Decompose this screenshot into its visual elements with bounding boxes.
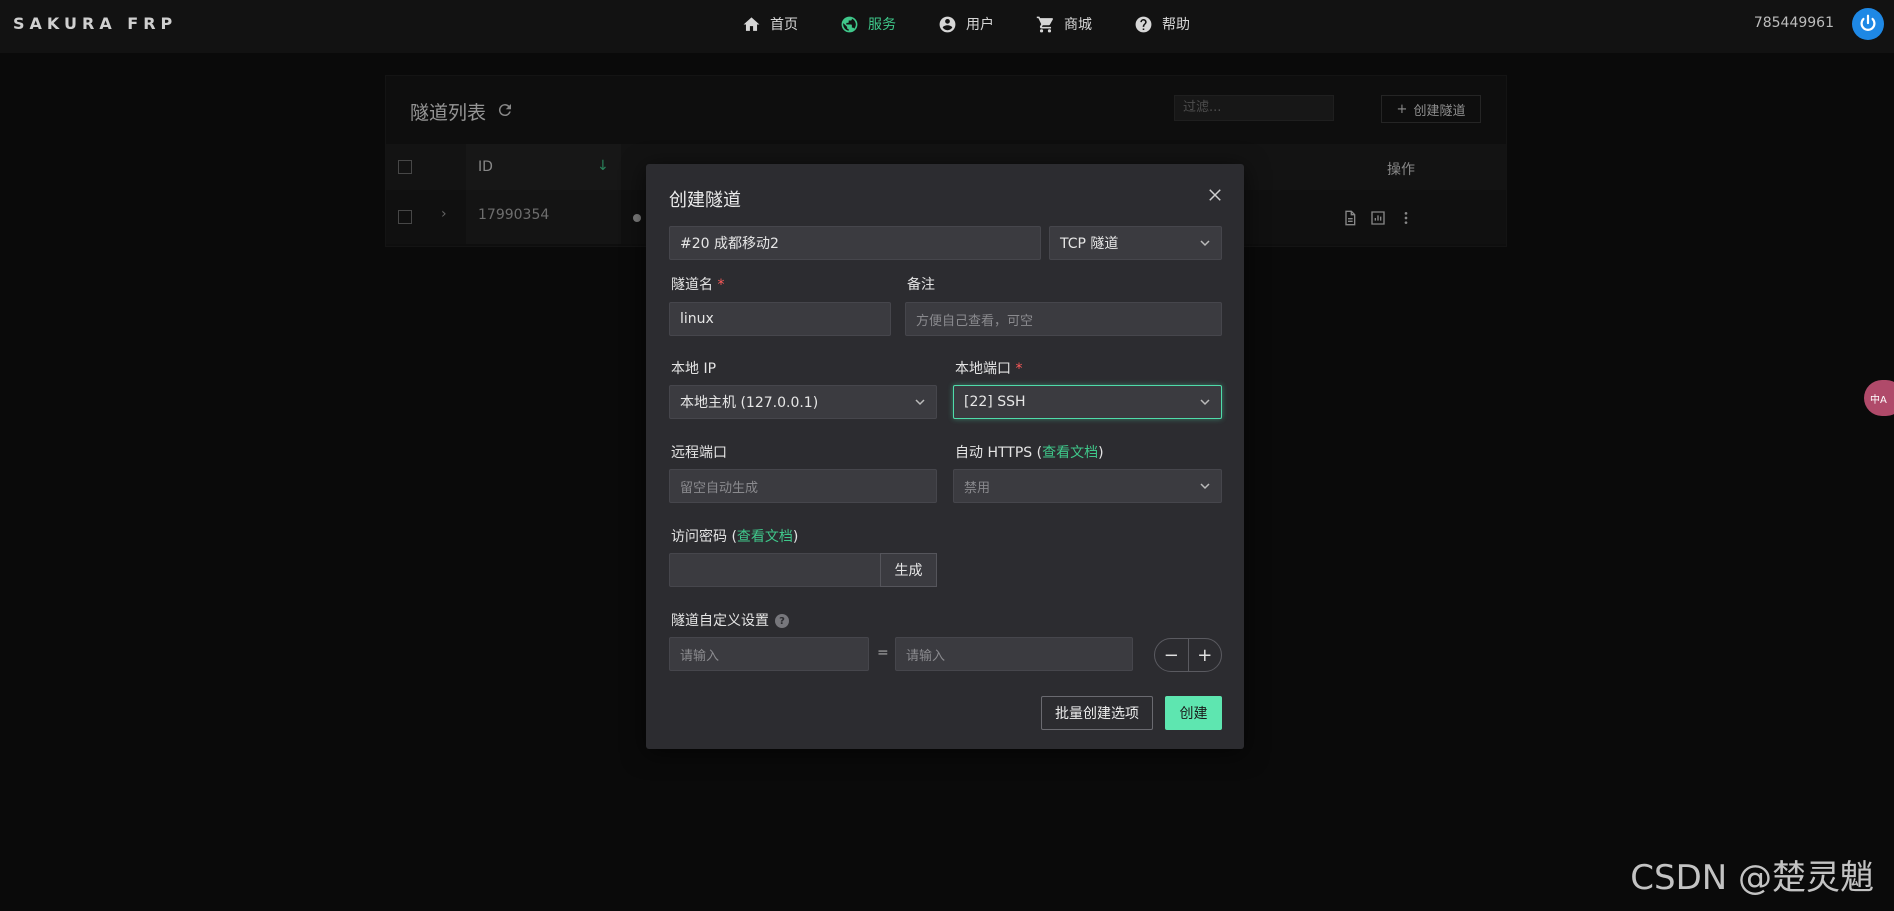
password-input[interactable] [669,553,881,587]
custom-settings-label: 隧道自定义设置? [671,610,789,630]
close-icon[interactable] [1206,186,1224,204]
chevron-down-icon [1200,399,1210,406]
local-ip-value: 本地主机 (127.0.0.1) [680,395,819,411]
custom-row-stepper: − + [1154,638,1222,672]
nav-label: 服务 [868,17,896,33]
help-circle-icon[interactable]: ? [775,614,789,628]
nav-label: 首页 [770,17,798,33]
note-label: 备注 [907,277,935,293]
remote-port-placeholder: 留空自动生成 [680,480,759,496]
local-ip-select[interactable]: 本地主机 (127.0.0.1) [669,385,937,419]
create-tunnel-dialog: 创建隧道 #20 成都移动2 TCP 隧道 隧道名 * linux 备注 方便自… [646,164,1244,749]
custom-key-input[interactable]: 请输入 [669,637,869,671]
auto-https-select[interactable]: 禁用 [953,469,1222,503]
avatar[interactable] [1852,8,1884,40]
tunnel-type-select[interactable]: TCP 隧道 [1049,226,1222,260]
add-row-button[interactable]: + [1189,639,1222,671]
chevron-down-icon [915,399,925,406]
top-bar: SAKURA FRP 首页 服务 用户 商城 帮助 785449961 [0,0,1894,53]
local-port-select[interactable]: [22] SSH [953,385,1222,419]
batch-create-button[interactable]: 批量创建选项 [1041,696,1153,730]
remote-port-input[interactable]: 留空自动生成 [669,469,937,503]
generate-password-button[interactable]: 生成 [880,553,937,587]
globe-icon [841,16,858,32]
nav-item-help[interactable]: 帮助 [1134,14,1190,34]
local-port-value: [22] SSH [964,394,1026,410]
main-nav: 首页 服务 用户 商城 帮助 [742,0,1232,48]
tunnel-name-label: 隧道名 * [671,277,725,293]
remote-port-label: 远程端口 [671,445,727,461]
create-button[interactable]: 创建 [1165,696,1222,730]
remove-row-button[interactable]: − [1155,639,1189,671]
nav-item-home[interactable]: 首页 [742,14,798,34]
custom-value-placeholder: 请输入 [906,648,946,664]
user-id[interactable]: 785449961 [1754,15,1834,31]
password-docs-link[interactable]: 查看文档 [737,529,793,545]
https-docs-link[interactable]: 查看文档 [1042,445,1098,461]
nav-label: 商城 [1064,17,1092,33]
chevron-down-icon [1200,483,1210,490]
equals-sign: = [877,645,889,661]
nav-item-shop[interactable]: 商城 [1036,14,1092,34]
auto-https-label: 自动 HTTPS (查看文档) [955,445,1104,461]
custom-key-placeholder: 请输入 [680,648,720,664]
tunnel-name-value: linux [680,311,714,327]
tunnel-name-input[interactable]: linux [669,302,891,336]
brand-logo[interactable]: SAKURA FRP [13,14,177,33]
password-label: 访问密码 (查看文档) [671,529,799,545]
watermark: CSDN @楚灵魈 [1630,858,1874,898]
node-value: #20 成都移动2 [680,236,779,252]
nav-label: 用户 [966,17,994,33]
cart-icon [1036,16,1053,32]
home-icon [743,16,760,31]
nav-item-user[interactable]: 用户 [938,14,994,34]
user-icon [939,16,956,32]
dialog-title: 创建隧道 [669,190,741,211]
power-icon [1860,14,1876,31]
help-icon [1135,16,1152,32]
chevron-down-icon [1200,240,1210,247]
nav-item-service[interactable]: 服务 [840,14,896,34]
custom-value-input[interactable]: 请输入 [895,637,1133,671]
note-input[interactable]: 方便自己查看，可空 [905,302,1222,336]
note-placeholder: 方便自己查看，可空 [916,313,1034,329]
side-widget[interactable]: 中A [1864,380,1894,416]
local-ip-label: 本地 IP [671,361,717,377]
auto-https-value: 禁用 [964,480,991,496]
tunnel-type-value: TCP 隧道 [1060,236,1119,252]
nav-label: 帮助 [1162,17,1190,33]
local-port-label: 本地端口 * [955,361,1023,377]
node-select[interactable]: #20 成都移动2 [669,226,1041,260]
